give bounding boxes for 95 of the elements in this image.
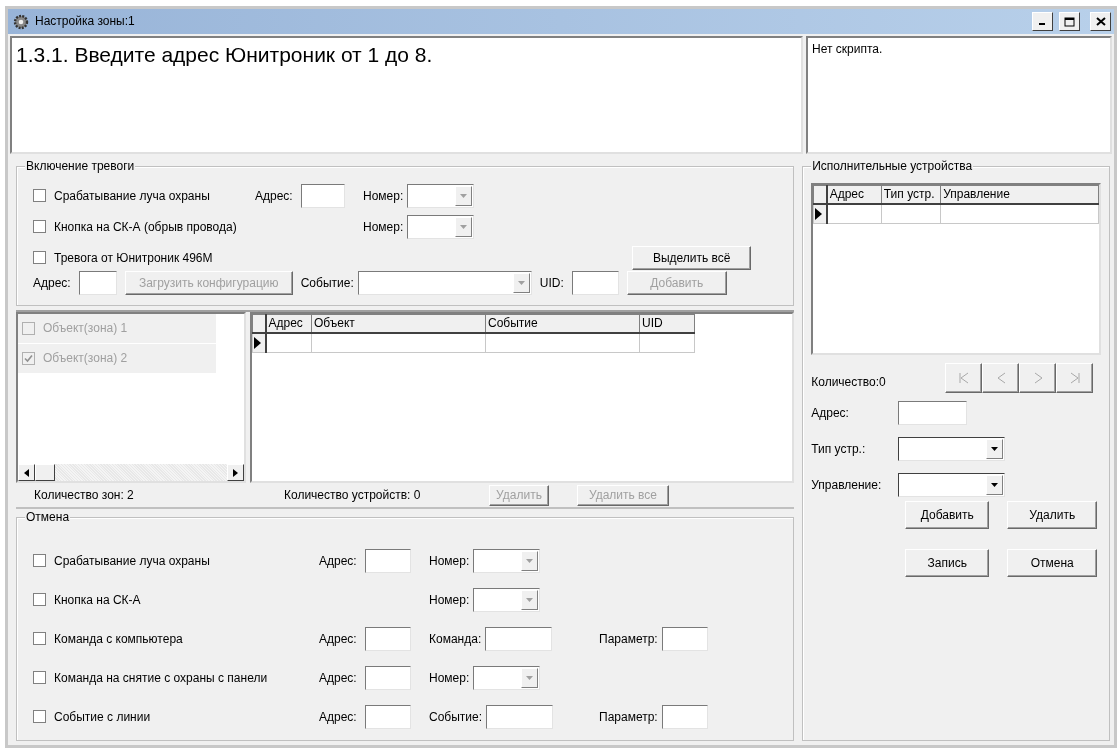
- address-field[interactable]: [300, 184, 345, 208]
- caret-icon: [991, 483, 999, 487]
- address-field[interactable]: [364, 705, 411, 729]
- column-header[interactable]: Событие: [485, 314, 640, 333]
- zone-count: Количество зон: 2: [34, 487, 135, 503]
- column-header[interactable]: Объект: [311, 314, 486, 333]
- column-header[interactable]: UID: [639, 314, 695, 333]
- group-title: Исполнительные устройства: [811, 159, 974, 174]
- address-field[interactable]: [898, 401, 968, 425]
- device-count: Количество устройств: 0: [284, 487, 422, 503]
- checkbox-label: Тревога от Юнитроник 496М: [54, 250, 213, 266]
- dropdown[interactable]: [898, 473, 1006, 497]
- field-label: Адрес:: [319, 709, 357, 725]
- address-field[interactable]: [364, 627, 411, 651]
- parameter-field[interactable]: [661, 705, 708, 729]
- field-label: Параметр:: [599, 631, 658, 647]
- checkbox-label: Объект(зона) 1: [43, 321, 128, 336]
- field-label: Адрес:: [33, 275, 71, 291]
- field-label: Адрес:: [811, 405, 850, 421]
- gear-icon: [13, 13, 29, 30]
- uid-field[interactable]: [571, 271, 619, 295]
- maximize-button[interactable]: [1059, 12, 1080, 31]
- checkbox-label: Команда на снятие с охраны с панели: [54, 670, 268, 686]
- checkbox-label: Срабатывание луча охраны: [54, 188, 210, 204]
- current-row-icon: [254, 336, 261, 349]
- action-button[interactable]: Удалить: [1007, 501, 1098, 529]
- close-icon: [1095, 17, 1106, 26]
- field-label: Адрес:: [319, 631, 357, 647]
- first-record-icon: [957, 372, 970, 384]
- field-label: Адрес:: [255, 188, 293, 204]
- column-header[interactable]: Адрес: [265, 314, 312, 333]
- select-all-button[interactable]: Выделить всё: [632, 246, 752, 270]
- caret-icon: [526, 598, 534, 602]
- dropdown[interactable]: [898, 437, 1006, 461]
- text-field[interactable]: [486, 705, 554, 729]
- checkbox[interactable]: [33, 251, 46, 265]
- field-label: Параметр:: [599, 709, 658, 725]
- field-label: Событие:: [300, 275, 354, 291]
- checkbox-label: Кнопка на СК-А: [54, 592, 141, 608]
- scroll-thumb[interactable]: [35, 464, 55, 481]
- device-count: Количество:0: [811, 374, 886, 389]
- column-header[interactable]: Тип устр.: [881, 185, 941, 204]
- field-label: Адрес:: [319, 553, 357, 569]
- parameter-field[interactable]: [661, 627, 708, 651]
- field-label: Номер:: [363, 219, 404, 235]
- text-field[interactable]: [485, 627, 553, 651]
- field-label: Адрес:: [319, 670, 357, 686]
- action-button[interactable]: Отмена: [1007, 549, 1098, 577]
- address-field[interactable]: [78, 271, 117, 295]
- group-title: Включение тревоги: [25, 159, 136, 174]
- checkbox[interactable]: [33, 189, 46, 203]
- field-label: UID:: [539, 275, 564, 291]
- caret-icon: [991, 447, 999, 451]
- scroll-right-icon: [233, 468, 238, 477]
- checkbox-label: Кнопка на СК-А (обрыв провода): [54, 219, 237, 235]
- checkbox[interactable]: [33, 710, 46, 724]
- caret-icon: [460, 225, 468, 229]
- address-field[interactable]: [364, 666, 411, 690]
- horizontal-scrollbar[interactable]: [18, 464, 244, 481]
- instruction-text: 1.3.1. Введите адрес Юнитроник от 1 до 8.: [10, 36, 803, 154]
- close-button[interactable]: [1090, 12, 1111, 31]
- checkbox[interactable]: [33, 671, 46, 685]
- last-record-icon: [1068, 372, 1081, 384]
- scroll-left-icon: [24, 468, 29, 477]
- checkbox-label: Событие с линии: [54, 709, 151, 725]
- caret-icon: [517, 281, 525, 285]
- checkbox[interactable]: [33, 593, 46, 607]
- field-label: Управление:: [811, 477, 883, 493]
- caret-icon: [526, 676, 534, 680]
- address-field[interactable]: [364, 549, 411, 573]
- field-label: Команда:: [429, 631, 482, 647]
- checkbox-label: Объект(зона) 2: [43, 351, 128, 366]
- maximize-icon: [1064, 16, 1075, 27]
- field-label: Номер:: [429, 592, 470, 608]
- action-button[interactable]: Запись: [905, 549, 990, 577]
- action-button[interactable]: Добавить: [905, 501, 990, 529]
- checkbox[interactable]: [33, 220, 46, 234]
- caret-icon: [526, 559, 534, 563]
- window-title: Настройка зоны:1: [35, 14, 136, 29]
- column-header[interactable]: Управление: [940, 185, 1099, 204]
- checkbox-label: Команда с компьютера: [54, 631, 183, 647]
- current-row-icon: [815, 207, 823, 220]
- field-label: Номер:: [363, 188, 404, 204]
- checkbox[interactable]: [33, 632, 46, 646]
- field-label: Тип устр.:: [811, 441, 867, 457]
- checkbox-label: Срабатывание луча охраны: [54, 553, 210, 569]
- field-label: Событие:: [429, 709, 483, 725]
- caret-icon: [460, 194, 468, 198]
- field-label: Номер:: [429, 670, 470, 686]
- event-dropdown[interactable]: [357, 271, 532, 295]
- checkbox[interactable]: [33, 554, 46, 568]
- script-status: Нет скрипта.: [806, 36, 1112, 154]
- minimize-button[interactable]: [1032, 12, 1053, 31]
- column-header[interactable]: Адрес: [826, 185, 882, 204]
- field-label: Номер:: [429, 553, 470, 569]
